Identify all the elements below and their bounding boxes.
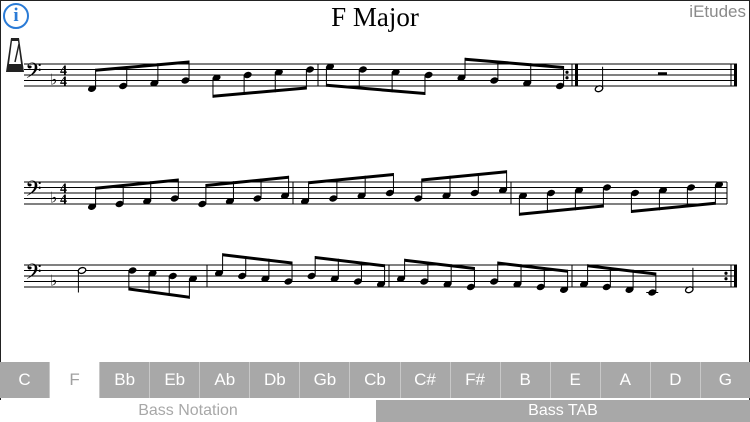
key-c[interactable]: C	[0, 362, 51, 398]
key-db[interactable]: Db	[250, 362, 301, 398]
repeat-dot	[724, 277, 728, 281]
key-signature-flat: ♭	[50, 71, 57, 89]
bass-clef: 𝄢	[25, 59, 42, 89]
beam	[222, 253, 293, 265]
key-b[interactable]: B	[501, 362, 551, 398]
beam	[205, 175, 289, 187]
time-signature-bottom: 4	[60, 193, 67, 208]
sheet-music: 𝄢 ♭ 44𝄢 ♭ 44𝄢 ♭	[24, 57, 737, 299]
beam	[315, 256, 385, 268]
thick-bar-line	[734, 64, 737, 86]
key-gb[interactable]: Gb	[300, 362, 351, 398]
thick-bar-line	[575, 64, 578, 86]
key-f[interactable]: F	[50, 362, 101, 398]
key-ab[interactable]: Ab	[200, 362, 251, 398]
beam	[465, 57, 564, 69]
key-eb[interactable]: Eb	[150, 362, 201, 398]
beam	[212, 86, 307, 98]
beam	[128, 287, 190, 299]
beam	[404, 258, 475, 270]
beam	[497, 261, 568, 273]
beam	[587, 264, 656, 276]
beam	[308, 173, 394, 185]
beam	[519, 204, 604, 216]
beam	[326, 83, 425, 95]
key-cb[interactable]: Cb	[350, 362, 401, 398]
time-signature-bottom: 4	[60, 75, 67, 90]
key-g[interactable]: G	[701, 362, 750, 398]
bass-clef: 𝄢	[25, 260, 42, 290]
key-selector: C F Bb Eb Ab Db Gb Cb C# F# B E A D G	[0, 362, 750, 398]
repeat-dot	[565, 70, 569, 74]
key-e[interactable]: E	[551, 362, 601, 398]
key-signature-flat: ♭	[50, 272, 57, 290]
repeat-dot	[565, 76, 569, 80]
mode-selector: Bass Notation Bass TAB	[0, 400, 750, 422]
key-f-sharp[interactable]: F#	[451, 362, 501, 398]
key-a[interactable]: A	[601, 362, 651, 398]
thick-bar-line	[734, 265, 737, 287]
bass-clef: 𝄢	[25, 177, 42, 207]
bass-notation-tab[interactable]: Bass Notation	[0, 400, 376, 422]
key-bb[interactable]: Bb	[100, 362, 151, 398]
repeat-dot	[724, 271, 728, 275]
beam	[421, 170, 507, 182]
key-signature-flat: ♭	[50, 189, 57, 207]
bass-tab-tab[interactable]: Bass TAB	[376, 400, 750, 422]
beam	[631, 201, 716, 213]
key-d[interactable]: D	[651, 362, 701, 398]
beam	[95, 60, 190, 72]
key-c-sharp[interactable]: C#	[401, 362, 451, 398]
beam	[95, 178, 179, 190]
